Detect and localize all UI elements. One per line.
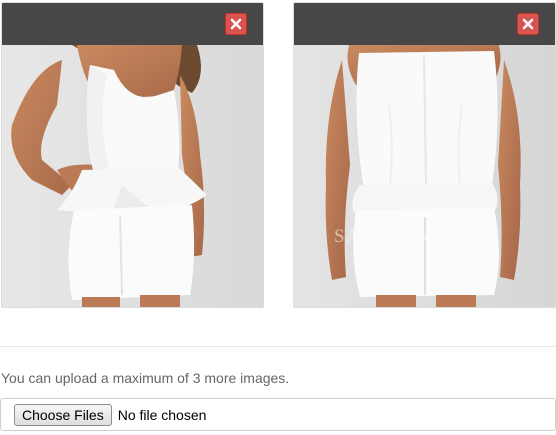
image-card-back: SAMAYdress (293, 2, 556, 308)
upload-hint-text: You can upload a maximum of 3 more image… (1, 370, 290, 386)
file-upload-field[interactable]: Choose Files No file chosen (0, 398, 556, 431)
image-card-header (2, 3, 263, 45)
dress-photo-front (2, 45, 263, 307)
divider (0, 346, 556, 347)
file-status-text: No file chosen (117, 406, 207, 423)
dress-photo-back: SAMAYdress (294, 45, 555, 307)
close-icon (522, 18, 534, 30)
image-card-header (294, 3, 555, 45)
choose-files-button[interactable]: Choose Files (14, 403, 112, 426)
watermark-text: SAMAYdress (334, 226, 450, 247)
remove-image-button[interactable] (225, 13, 247, 35)
close-icon (230, 18, 242, 30)
image-card-front (1, 2, 264, 308)
remove-image-button[interactable] (517, 13, 539, 35)
